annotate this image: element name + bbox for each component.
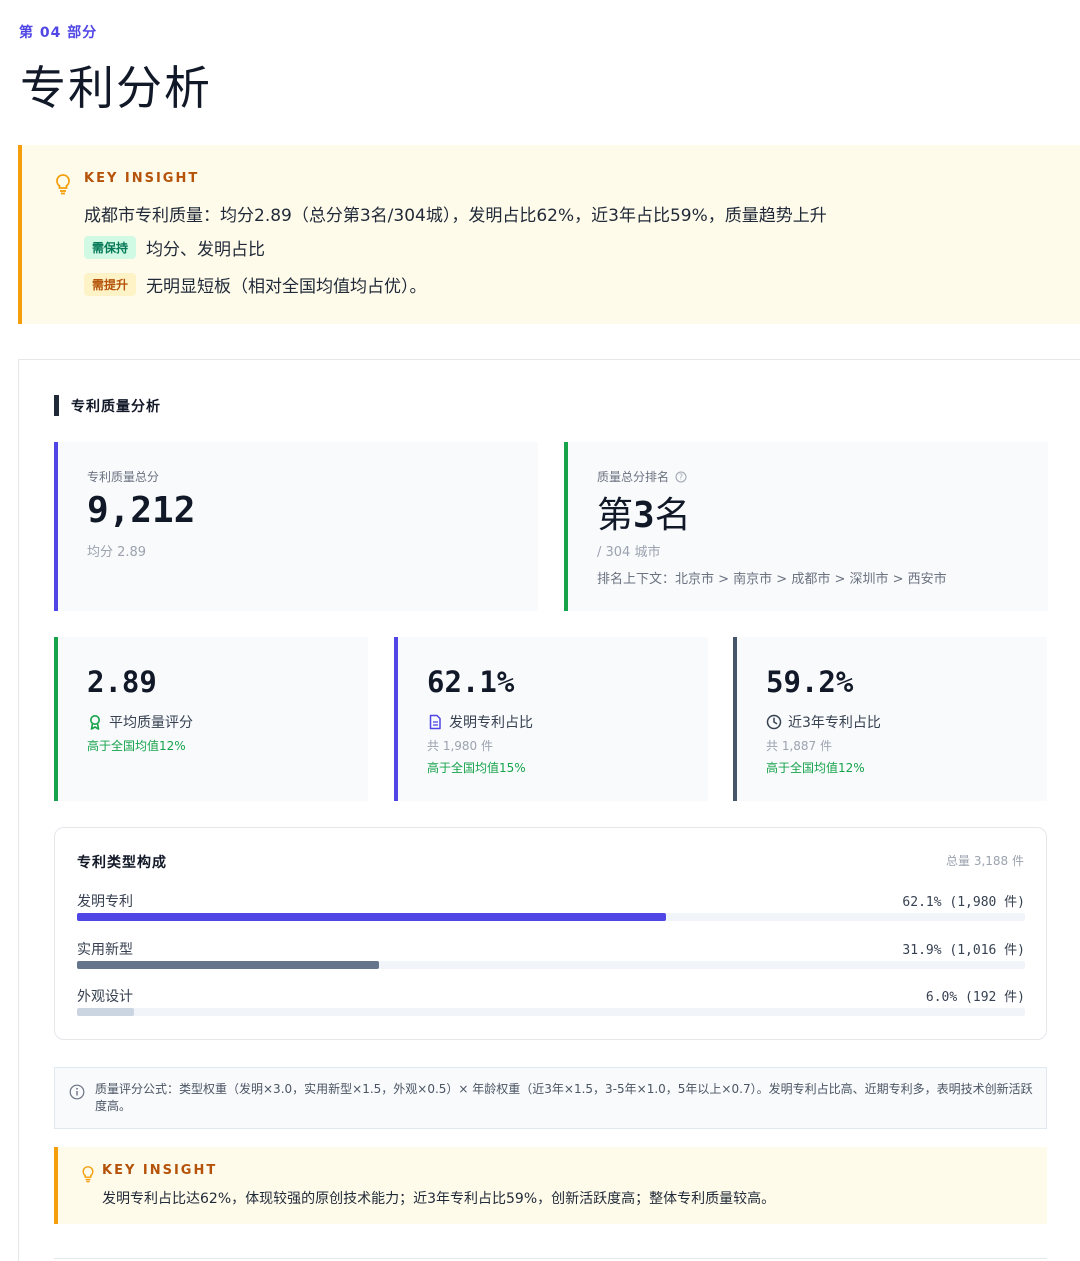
insight-bottom-text: 发明专利占比达62%，体现较强的原创技术能力；近3年专利占比59%，创新活跃度高… (102, 1191, 776, 1207)
keep-tag: 需保持 (84, 236, 137, 259)
rank-value: 第 3 名 (597, 486, 691, 538)
invention-share-count: 共 1,980 件 (427, 739, 493, 753)
rank-total: / 304 城市 (597, 545, 661, 560)
composition-fill (77, 1008, 134, 1016)
composition-track (77, 1008, 1025, 1016)
recent-share-label: 近3年专利占比 (788, 715, 881, 731)
invention-share-value: 62.1% (427, 665, 515, 699)
avg-score-label-row: 平均质量评分 (87, 712, 193, 732)
bottom-divider (54, 1258, 1047, 1259)
rank-card: 质量总分排名 ? 第 3 名 / 304 城市 排名上下文：北京市 > 南京市 … (564, 442, 1048, 611)
composition-row-name: 外观设计 (77, 989, 133, 1005)
rank-number: 3 (633, 495, 655, 536)
lightbulb-icon (82, 1166, 94, 1183)
insight-keep-row: 需保持 均分、发明占比 (84, 235, 265, 260)
clock-icon (766, 714, 782, 730)
insight-bottom-label: KEY INSIGHT (102, 1163, 218, 1178)
section-eyebrow: 第 04 部分 (19, 25, 98, 41)
invention-share-compare: 高于全国均值15% (427, 761, 526, 775)
composition-total: 总量 3,188 件 (946, 854, 1024, 868)
keep-text: 均分、发明占比 (146, 240, 266, 260)
info-icon (69, 1084, 85, 1100)
page-title: 专利分析 (20, 61, 212, 115)
insight-label: KEY INSIGHT (84, 171, 200, 186)
recent-share-label-row: 近3年专利占比 (766, 712, 881, 732)
improve-text: 无明显短板（相对全国均值均占优）。 (146, 277, 427, 297)
recent-share-compare: 高于全国均值12% (766, 761, 865, 775)
question-circle-icon[interactable]: ? (675, 471, 687, 483)
award-icon (90, 715, 100, 730)
composition-row-name: 实用新型 (77, 942, 133, 958)
improve-tag: 需提升 (84, 273, 137, 296)
quality-heading-text: 专利质量分析 (71, 398, 161, 415)
insight-summary: 成都市专利质量：均分2.89（总分第3名/304城），发明占比62%，近3年占比… (84, 206, 827, 226)
recent-share-count: 共 1,887 件 (766, 739, 832, 753)
total-score-caption: 专利质量总分 (87, 470, 160, 484)
rank-suffix: 名 (654, 495, 691, 536)
key-insight-bottom: KEY INSIGHT 发明专利占比达62%，体现较强的原创技术能力；近3年专利… (54, 1147, 1047, 1224)
lightbulb-icon (56, 174, 70, 195)
recent-share-value: 59.2% (766, 665, 854, 699)
invention-share-label: 发明专利占比 (449, 715, 533, 731)
rank-caption: 质量总分排名 ? (597, 468, 687, 485)
svg-text:?: ? (679, 472, 683, 481)
composition-title: 专利类型构成 (77, 855, 167, 871)
quality-heading: 专利质量分析 (54, 395, 161, 416)
rank-context: 排名上下文：北京市 > 南京市 > 成都市 > 深圳市 > 西安市 (597, 572, 947, 587)
avg-score-compare: 高于全国均值12% (87, 739, 186, 753)
composition-fill (77, 961, 380, 969)
composition-track (77, 913, 1025, 921)
composition-row-value: 62.1% (1,980 件) (902, 895, 1025, 910)
composition-row-value: 31.9% (1,016 件) (902, 943, 1025, 958)
invention-share-card: 62.1% 发明专利占比 共 1,980 件 高于全国均值15% (394, 637, 708, 801)
heading-bar (54, 395, 59, 416)
document-icon (429, 714, 441, 730)
total-score-card: 专利质量总分 9,212 均分 2.89 (54, 442, 538, 611)
avg-score-card: 2.89 平均质量评分 高于全国均值12% (54, 637, 368, 801)
avg-score-label: 平均质量评分 (109, 715, 193, 731)
formula-note: 质量评分公式：类型权重（发明×3.0，实用新型×1.5，外观×0.5）× 年龄权… (54, 1067, 1047, 1129)
rank-prefix: 第 (597, 495, 634, 536)
total-score-value: 9,212 (87, 490, 196, 531)
formula-text: 质量评分公式：类型权重（发明×3.0，实用新型×1.5，外观×0.5）× 年龄权… (95, 1082, 1033, 1113)
insight-improve-row: 需提升 无明显短板（相对全国均值均占优）。 (84, 272, 427, 297)
composition-row-name: 发明专利 (77, 894, 133, 910)
composition-fill (77, 913, 666, 921)
avg-score-value: 2.89 (87, 665, 157, 699)
total-score-average: 均分 2.89 (87, 545, 147, 560)
patent-composition: 专利类型构成 总量 3,188 件 发明专利 62.1% (1,980 件) 实… (54, 827, 1047, 1040)
recent-share-card: 59.2% 近3年专利占比 共 1,887 件 高于全国均值12% (733, 637, 1047, 801)
key-insight-top: KEY INSIGHT 成都市专利质量：均分2.89（总分第3名/304城），发… (18, 145, 1080, 324)
composition-row-value: 6.0% (192 件) (925, 990, 1025, 1005)
rank-caption-text: 质量总分排名 (597, 470, 670, 484)
composition-track (77, 961, 1025, 969)
invention-share-label-row: 发明专利占比 (427, 712, 533, 732)
